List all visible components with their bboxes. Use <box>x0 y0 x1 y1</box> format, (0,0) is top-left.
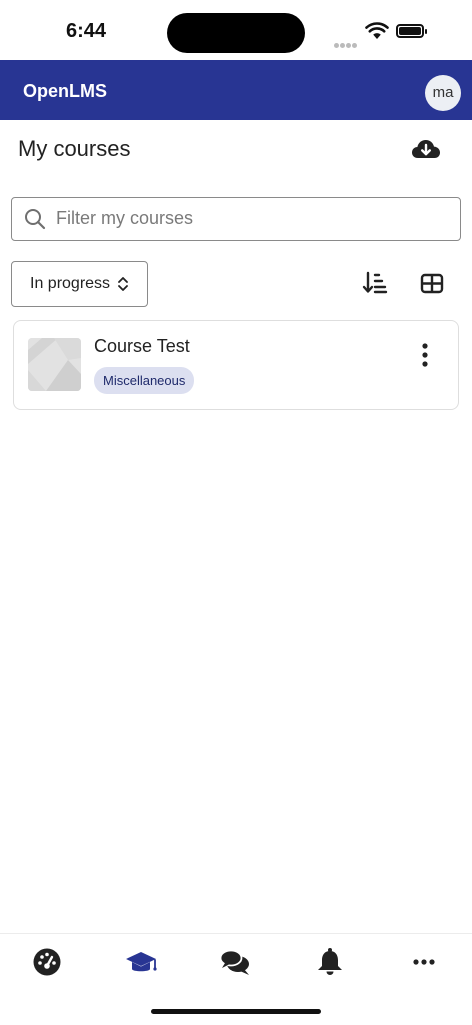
tab-dashboard[interactable] <box>27 946 67 978</box>
page-title: My courses <box>18 136 131 161</box>
status-bar: 6:44 <box>0 0 472 60</box>
cloud-download-icon <box>412 140 440 158</box>
grid-view-icon <box>420 273 444 294</box>
search-icon <box>25 209 46 230</box>
chevron-up-down-icon <box>118 277 128 291</box>
tab-more[interactable] <box>404 946 444 978</box>
wifi-icon <box>365 22 389 39</box>
course-card[interactable]: Course Test Miscellaneous <box>13 320 459 410</box>
course-category-badge: Miscellaneous <box>94 367 195 394</box>
tab-messages[interactable] <box>216 946 256 978</box>
home-indicator <box>151 1009 321 1014</box>
download-courses-button[interactable] <box>410 136 442 164</box>
dynamic-island <box>167 13 305 53</box>
battery-icon <box>396 24 427 38</box>
bell-icon <box>318 948 342 975</box>
course-name: Course Test <box>94 336 190 356</box>
more-icon <box>413 959 435 965</box>
tab-my-courses[interactable] <box>121 946 161 978</box>
search-box <box>11 197 461 241</box>
search-input[interactable] <box>56 198 452 239</box>
course-thumbnail <box>28 338 81 391</box>
app-bar: OpenLMS <box>0 60 472 120</box>
dashboard-icon <box>33 948 61 976</box>
view-toggle-button[interactable] <box>419 271 445 297</box>
graduation-cap-icon <box>126 952 157 972</box>
tab-notifications[interactable] <box>310 946 350 978</box>
chat-bubbles-icon <box>219 949 249 975</box>
filter-selected-value: In progress <box>30 275 111 292</box>
course-status-filter[interactable]: In progress <box>11 261 148 307</box>
cellular-signal-icon <box>334 35 358 53</box>
app-title: OpenLMS <box>23 81 107 101</box>
more-vertical-icon <box>422 343 428 367</box>
sort-icon <box>362 271 388 294</box>
sort-button[interactable] <box>361 269 389 297</box>
status-time: 6:44 <box>66 20 107 42</box>
user-avatar[interactable]: ma <box>425 75 461 111</box>
course-options-button[interactable] <box>414 341 436 369</box>
